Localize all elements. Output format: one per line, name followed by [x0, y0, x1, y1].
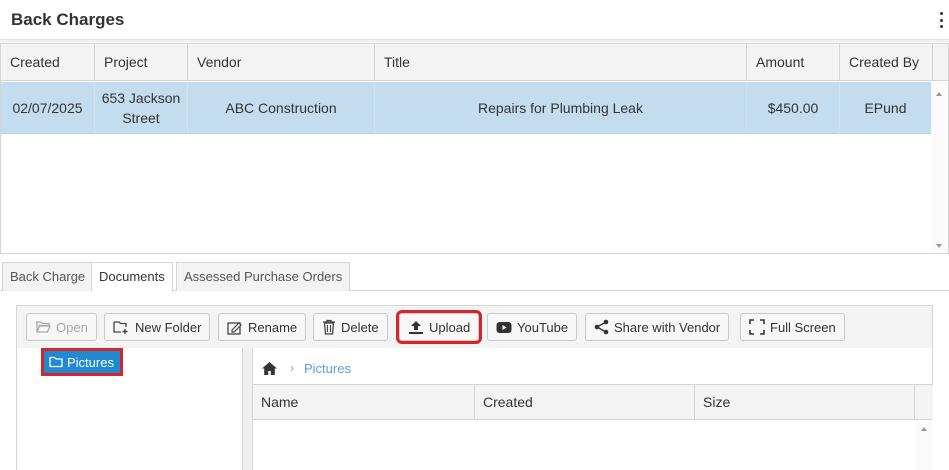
folder-open-icon [36, 321, 51, 333]
files-grid: Name Created Size [253, 384, 933, 470]
folder-tree: Pictures [16, 348, 243, 470]
cell-vendor: ABC Construction [188, 82, 375, 134]
scroll-up-icon[interactable] [921, 427, 927, 431]
share-with-vendor-button[interactable]: Share with Vendor [585, 313, 730, 341]
rename-label: Rename [248, 319, 298, 335]
open-button[interactable]: Open [26, 313, 97, 341]
cell-amount: $450.00 [747, 82, 840, 134]
youtube-button[interactable]: YouTube [487, 313, 578, 341]
column-header-project[interactable]: Project [95, 44, 188, 81]
rename-icon [227, 321, 242, 335]
scroll-up-icon[interactable] [936, 92, 942, 96]
rename-button[interactable]: Rename [218, 313, 307, 341]
breadcrumb-item-pictures[interactable]: Pictures [304, 361, 351, 376]
cell-project: 653 Jackson Street [95, 82, 188, 134]
pane-splitter[interactable] [243, 348, 253, 470]
new-folder-button[interactable]: New Folder [104, 313, 211, 341]
page-title: Back Charges [11, 10, 125, 29]
open-label: Open [56, 319, 88, 335]
grid-header: Created Project Vendor Title Amount Crea… [1, 44, 948, 81]
column-header-title[interactable]: Title [375, 44, 747, 81]
detail-tabs: Back Charge Documents Assessed Purchase … [0, 261, 949, 292]
folder-icon [49, 356, 63, 368]
tab-back-charge[interactable]: Back Charge [2, 262, 94, 291]
file-view: › Pictures Name Created Size [253, 348, 933, 470]
column-header-amount[interactable]: Amount [747, 44, 840, 81]
page-header: Back Charges [0, 0, 949, 40]
column-header-created[interactable]: Created [1, 44, 95, 81]
upload-button[interactable]: Upload [395, 310, 483, 344]
column-header-file-created[interactable]: Created [475, 385, 695, 420]
delete-label: Delete [341, 319, 379, 335]
youtube-label: YouTube [517, 319, 569, 335]
delete-button[interactable]: Delete [313, 313, 388, 341]
scroll-down-icon[interactable] [936, 244, 942, 248]
expand-icon [749, 319, 765, 335]
upload-icon [409, 320, 423, 334]
cell-created: 02/07/2025 [1, 82, 95, 134]
full-screen-button[interactable]: Full Screen [740, 313, 845, 341]
back-charges-grid: Created Project Vendor Title Amount Crea… [0, 43, 949, 254]
upload-label: Upload [429, 319, 471, 335]
column-header-size[interactable]: Size [695, 385, 915, 420]
breadcrumb: › Pictures [261, 358, 351, 378]
column-header-name[interactable]: Name [253, 385, 475, 420]
share-icon [594, 319, 609, 335]
column-header-vendor[interactable]: Vendor [188, 44, 375, 81]
cell-created-by: EPund [840, 82, 932, 134]
trash-icon [323, 319, 335, 335]
table-row[interactable]: 02/07/2025 653 Jackson Street ABC Constr… [1, 82, 932, 134]
folder-add-icon [113, 320, 128, 334]
more-options-icon[interactable] [938, 12, 944, 28]
youtube-icon [496, 321, 512, 333]
grid-scrollbar[interactable] [931, 82, 948, 253]
files-scrollbar[interactable] [916, 420, 933, 470]
files-grid-header: Name Created Size [253, 385, 933, 420]
tree-node-label: Pictures [67, 354, 114, 370]
documents-toolbar: Open New Folder Rename Delete Upload You… [16, 305, 933, 349]
home-icon[interactable] [261, 361, 278, 376]
tab-assessed-purchase-orders[interactable]: Assessed Purchase Orders [176, 262, 351, 291]
cell-title: Repairs for Plumbing Leak [375, 82, 747, 134]
new-folder-label: New Folder [135, 319, 202, 335]
tree-node-pictures[interactable]: Pictures [41, 348, 123, 376]
full-screen-label: Full Screen [770, 319, 836, 335]
column-header-created-by[interactable]: Created By [840, 44, 933, 81]
chevron-right-icon: › [290, 361, 294, 375]
tab-documents[interactable]: Documents [91, 262, 173, 292]
share-with-vendor-label: Share with Vendor [614, 319, 721, 335]
